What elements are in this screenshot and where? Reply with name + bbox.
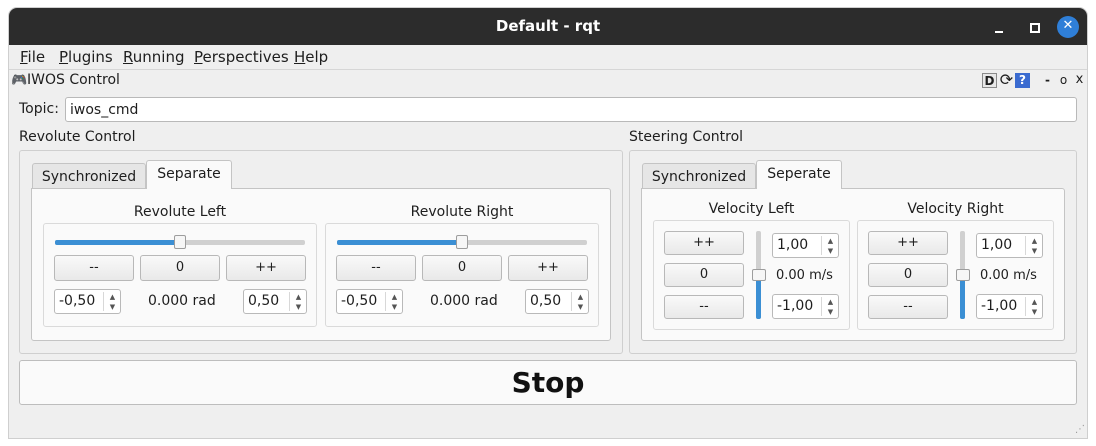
revolute-left-label: Revolute Left [133, 204, 227, 220]
menu-help[interactable]: Help [294, 48, 328, 66]
revolute-left-value: 0.000 rad [148, 293, 216, 309]
title-bar[interactable]: Default - rqt ✕ [9, 8, 1087, 45]
spin-down-icon[interactable]: ▼ [389, 302, 400, 312]
velocity-left-min-spinbox[interactable]: -1,00 ▲ ▼ [772, 294, 839, 319]
menu-plugins[interactable]: Plugins [59, 48, 113, 66]
revolute-tab-panel: Revolute Left -- 0 ++ -0,50 ▲ ▼ 0.000 rad… [31, 188, 611, 341]
spinbox-value: 1,00 [777, 237, 809, 253]
revolute-right-value: 0.000 rad [430, 293, 498, 309]
velocity-right-min-spinbox[interactable]: -1,00 ▲ ▼ [976, 294, 1043, 319]
reload-icon[interactable]: ⟳ [999, 72, 1014, 88]
spin-up-icon[interactable]: ▲ [389, 292, 400, 302]
help-icon[interactable]: ? [1015, 73, 1030, 88]
revolute-left-slider[interactable] [55, 235, 305, 249]
float-dock-button[interactable]: o [1056, 73, 1071, 88]
menu-bar: File Plugins Running Perspectives Help [9, 45, 1087, 68]
velocity-left-zero-button[interactable]: 0 [664, 263, 744, 287]
velocity-right-value: 0.00 m/s [980, 268, 1037, 283]
revolute-right-increase-button[interactable]: ++ [508, 255, 588, 281]
velocity-left-value: 0.00 m/s [776, 268, 833, 283]
revolute-left-zero-button[interactable]: 0 [140, 255, 220, 281]
velocity-right-decrease-button[interactable]: -- [868, 295, 948, 319]
revolute-left-min-spinbox[interactable]: -0,50 ▲ ▼ [54, 289, 121, 314]
menu-running[interactable]: Running [123, 48, 184, 66]
spin-up-icon[interactable]: ▲ [825, 297, 836, 307]
maximize-button[interactable] [1023, 16, 1045, 38]
spin-down-icon[interactable]: ▼ [293, 302, 304, 312]
velocity-right-max-spinbox[interactable]: 1,00 ▲ ▼ [976, 233, 1043, 258]
close-button[interactable]: ✕ [1057, 16, 1079, 38]
window-title: Default - rqt [495, 17, 601, 35]
stop-button[interactable]: Stop [19, 360, 1077, 405]
revolute-left-increase-button[interactable]: ++ [226, 255, 306, 281]
spin-up-icon[interactable]: ▲ [1029, 297, 1040, 307]
spin-down-icon[interactable]: ▼ [825, 246, 836, 256]
topic-input[interactable] [65, 97, 1077, 122]
spin-down-icon[interactable]: ▼ [1029, 307, 1040, 317]
tab-steering-synchronized[interactable]: Synchronized [642, 163, 756, 191]
spinbox-value: 1,00 [981, 237, 1013, 253]
spinbox-value: -0,50 [59, 293, 96, 309]
spin-up-icon[interactable]: ▲ [107, 292, 118, 302]
spin-up-icon[interactable]: ▲ [1029, 236, 1040, 246]
velocity-right-zero-button[interactable]: 0 [868, 263, 948, 287]
slider-handle[interactable] [456, 235, 468, 249]
steering-tab-panel: Velocity Left ++ 0 -- 1,00 ▲ ▼ 0.00 m/s -… [641, 188, 1065, 341]
resize-grip-icon[interactable]: ⋰ [1075, 424, 1085, 435]
tab-revolute-synchronized[interactable]: Synchronized [32, 163, 146, 191]
tab-revolute-separate[interactable]: Separate [146, 160, 232, 189]
spinbox-value: 0,50 [530, 293, 562, 309]
spinbox-value: 0,50 [248, 293, 280, 309]
velocity-right-slider[interactable] [956, 231, 970, 319]
velocity-right-increase-button[interactable]: ++ [868, 231, 948, 255]
dock-title-bar[interactable]: 🎮 IWOS Control D ⟳ ? - o x [9, 69, 1087, 91]
spinbox-value: -0,50 [341, 293, 378, 309]
revolute-control-title: Revolute Control [19, 129, 136, 145]
spin-down-icon[interactable]: ▼ [825, 307, 836, 317]
revolute-right-max-spinbox[interactable]: 0,50 ▲ ▼ [525, 289, 589, 314]
gamepad-icon: 🎮 [11, 73, 28, 88]
app-window: Default - rqt ✕ File Plugins Running Per… [9, 8, 1087, 438]
close-icon: ✕ [1062, 18, 1074, 33]
slider-handle[interactable] [174, 235, 186, 249]
dock-title: IWOS Control [27, 72, 120, 88]
steering-control-title: Steering Control [629, 129, 744, 145]
spin-up-icon[interactable]: ▲ [293, 292, 304, 302]
spin-down-icon[interactable]: ▼ [575, 302, 586, 312]
revolute-right-label: Revolute Right [410, 204, 514, 220]
minimize-dock-button[interactable]: - [1040, 73, 1055, 88]
revolute-left-max-spinbox[interactable]: 0,50 ▲ ▼ [243, 289, 307, 314]
velocity-left-increase-button[interactable]: ++ [664, 231, 744, 255]
spin-down-icon[interactable]: ▼ [107, 302, 118, 312]
minimize-button[interactable] [988, 16, 1010, 38]
velocity-left-slider[interactable] [752, 231, 766, 319]
spin-down-icon[interactable]: ▼ [1029, 246, 1040, 256]
revolute-right-zero-button[interactable]: 0 [422, 255, 502, 281]
velocity-left-label: Velocity Left [708, 201, 795, 217]
revolute-right-decrease-button[interactable]: -- [336, 255, 416, 281]
menu-file[interactable]: File [20, 48, 45, 66]
spinbox-value: -1,00 [981, 298, 1018, 314]
slider-handle[interactable] [956, 269, 970, 281]
topic-label: Topic: [19, 101, 59, 117]
slider-handle[interactable] [752, 269, 766, 281]
tab-steering-seperate[interactable]: Seperate [756, 160, 842, 189]
close-dock-button[interactable]: x [1072, 73, 1087, 88]
spin-up-icon[interactable]: ▲ [575, 292, 586, 302]
velocity-right-label: Velocity Right [907, 201, 1004, 217]
menu-perspectives[interactable]: Perspectives [194, 48, 289, 66]
velocity-left-max-spinbox[interactable]: 1,00 ▲ ▼ [772, 233, 839, 258]
revolute-right-min-spinbox[interactable]: -0,50 ▲ ▼ [336, 289, 403, 314]
spin-up-icon[interactable]: ▲ [825, 236, 836, 246]
debug-button[interactable]: D [982, 73, 997, 88]
velocity-left-decrease-button[interactable]: -- [664, 295, 744, 319]
revolute-right-slider[interactable] [337, 235, 587, 249]
revolute-left-decrease-button[interactable]: -- [54, 255, 134, 281]
spinbox-value: -1,00 [777, 298, 814, 314]
